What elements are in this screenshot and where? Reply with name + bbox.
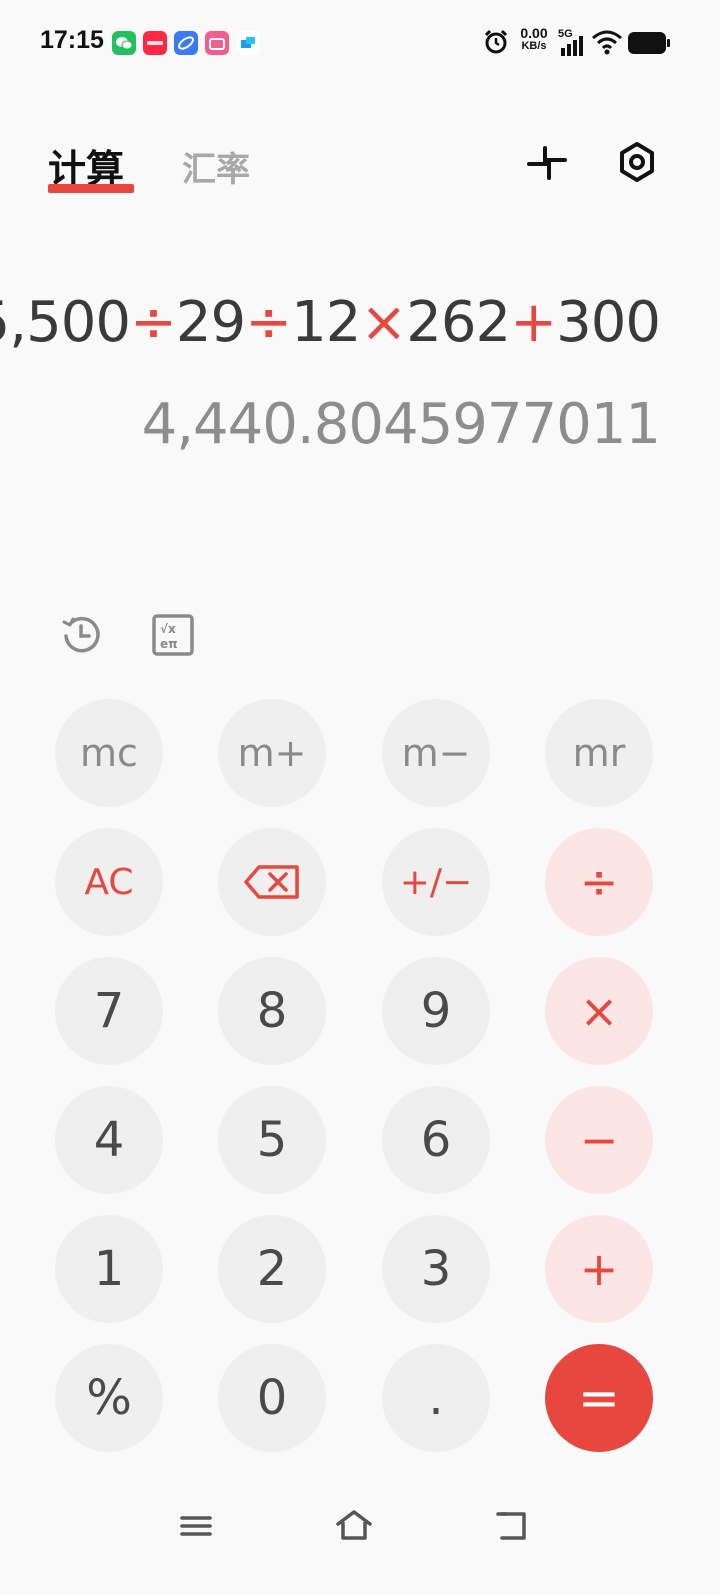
expression-operand: 262: [406, 290, 511, 355]
mr-button[interactable]: mr: [545, 699, 653, 807]
expression-operator: ÷: [245, 290, 292, 355]
plus-button[interactable]: +: [545, 1215, 653, 1323]
minus-button[interactable]: −: [545, 1086, 653, 1194]
divide-button[interactable]: ÷: [545, 828, 653, 936]
menu-icon[interactable]: [176, 1506, 216, 1546]
alarm-icon: [482, 28, 510, 56]
messaging-icon: [236, 31, 260, 55]
digit-2-button[interactable]: 2: [218, 1215, 326, 1323]
multiply-button[interactable]: ×: [545, 957, 653, 1065]
status-bar: 17:15 0.00 KB/s 5G: [0, 0, 720, 86]
digit-5-button[interactable]: 5: [218, 1086, 326, 1194]
network-speed-value: 0.00: [520, 25, 548, 41]
m-plus-button[interactable]: m+: [218, 699, 326, 807]
result-display: 4,440.8045977011: [141, 392, 661, 457]
network-speed: 0.00 KB/s: [517, 25, 551, 53]
signal-icon: [560, 34, 586, 56]
home-icon[interactable]: [334, 1506, 374, 1546]
equals-button[interactable]: =: [545, 1344, 653, 1452]
digit-8-button[interactable]: 8: [218, 957, 326, 1065]
expression-operator: ÷: [130, 290, 177, 355]
svg-text:eπ: eπ: [160, 637, 178, 651]
digit-7-button[interactable]: 7: [55, 957, 163, 1065]
backspace-icon: [244, 865, 299, 899]
expression-operand: 29: [175, 290, 246, 355]
active-tab-indicator: [48, 184, 134, 193]
decimal-button[interactable]: .: [382, 1344, 490, 1452]
wechat-icon: [112, 31, 136, 55]
status-time: 17:15: [40, 26, 104, 54]
expression-operand: 300: [556, 290, 661, 355]
collapse-icon[interactable]: [525, 140, 569, 184]
digit-9-button[interactable]: 9: [382, 957, 490, 1065]
sign-toggle-button[interactable]: +/−: [382, 828, 490, 936]
digit-3-button[interactable]: 3: [382, 1215, 490, 1323]
back-icon[interactable]: [492, 1506, 532, 1546]
digit-6-button[interactable]: 6: [382, 1086, 490, 1194]
mc-button[interactable]: mc: [55, 699, 163, 807]
settings-icon[interactable]: [615, 140, 659, 184]
history-icon[interactable]: [58, 612, 104, 658]
battery-icon: [627, 30, 671, 56]
scientific-mode-icon[interactable]: √x eπ: [150, 612, 196, 658]
expression-operand: 5,500: [0, 290, 131, 355]
expression-display: 5,500÷29÷12×262+300: [0, 290, 661, 355]
m-minus-button[interactable]: m−: [382, 699, 490, 807]
expression-operator: +: [510, 290, 557, 355]
percent-button[interactable]: %: [55, 1344, 163, 1452]
network-speed-unit: KB/s: [521, 40, 547, 52]
bilibili-icon: [205, 31, 229, 55]
browser-icon: [174, 31, 198, 55]
digit-0-button[interactable]: 0: [218, 1344, 326, 1452]
svg-text:√x: √x: [160, 622, 176, 636]
digit-1-button[interactable]: 1: [55, 1215, 163, 1323]
expression-operator: ×: [360, 290, 407, 355]
xiaohongshu-icon: [143, 31, 167, 55]
digit-4-button[interactable]: 4: [55, 1086, 163, 1194]
wifi-icon: [591, 28, 623, 56]
tab-exchange-rate[interactable]: 汇率: [182, 142, 250, 191]
backspace-button[interactable]: [218, 828, 326, 936]
expression-operand: 12: [291, 290, 361, 355]
all-clear-button[interactable]: AC: [55, 828, 163, 936]
